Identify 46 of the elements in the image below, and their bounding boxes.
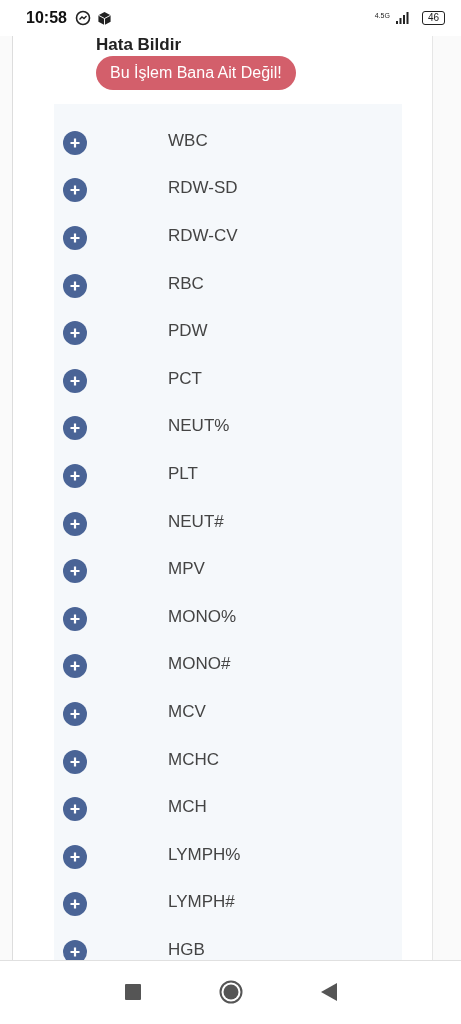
expand-icon[interactable] [63, 368, 87, 393]
expand-icon[interactable] [63, 654, 87, 679]
test-name: NEUT# [168, 511, 224, 532]
expand-icon[interactable] [63, 701, 87, 726]
back-icon[interactable] [320, 982, 337, 1001]
home-icon[interactable] [218, 979, 243, 1004]
test-name: PLT [168, 463, 198, 484]
expand-icon[interactable] [63, 892, 87, 917]
test-name: PDW [168, 321, 208, 342]
test-name: NEUT% [168, 416, 230, 437]
expand-icon[interactable] [63, 463, 87, 488]
expand-icon[interactable] [63, 559, 87, 584]
test-name: LYMPH% [168, 844, 241, 865]
expand-icon[interactable] [63, 844, 87, 869]
expand-icon[interactable] [63, 321, 87, 346]
test-name: RDW-SD [168, 178, 238, 199]
recent-apps-icon[interactable] [124, 983, 141, 1000]
test-name: WBC [168, 130, 208, 151]
chat-bubble-icon [74, 10, 91, 26]
test-name: PCT [168, 368, 202, 389]
expand-icon[interactable] [63, 178, 87, 203]
expand-icon[interactable] [63, 797, 87, 822]
section-heading: Hata Bildir [96, 36, 183, 54]
expand-icon[interactable] [63, 939, 87, 960]
battery-level: 46 [421, 11, 445, 25]
expand-icon[interactable] [63, 511, 87, 536]
test-name: RDW-CV [168, 226, 238, 246]
box-icon [96, 10, 112, 26]
clock-time: 10:58 [26, 9, 67, 27]
expand-icon[interactable] [63, 749, 87, 774]
test-name: HGB [168, 939, 205, 960]
expand-icon[interactable] [63, 416, 87, 441]
test-name: MONO# [168, 654, 231, 675]
expand-icon[interactable] [63, 226, 87, 250]
test-name: MCHC [168, 749, 219, 770]
test-name: MCV [168, 701, 206, 722]
test-name: RBC [168, 273, 204, 294]
test-name: MCH [168, 797, 207, 818]
report-button[interactable]: Bu İşlem Bana Ait Değil! [96, 56, 296, 90]
test-name: LYMPH# [168, 892, 235, 913]
expand-icon[interactable] [63, 273, 87, 298]
test-name: MONO% [168, 606, 236, 627]
test-name: MPV [168, 559, 205, 580]
signal-icon [395, 12, 410, 24]
expand-icon[interactable] [63, 606, 87, 631]
expand-icon[interactable] [63, 130, 87, 155]
